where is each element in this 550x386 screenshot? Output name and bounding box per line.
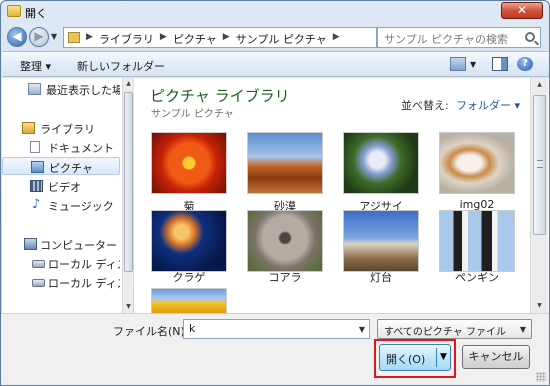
sidebar-item-documents[interactable]: ドキュメント — [2, 138, 120, 156]
scrollbar-thumb[interactable] — [533, 95, 546, 235]
arrange-by-label: 並べ替え: — [401, 99, 449, 112]
navigation-scrollbar[interactable]: ▲ ▼ — [122, 78, 133, 313]
sidebar-item-recent-places[interactable]: 最近表示した場所 — [2, 80, 120, 98]
navigation-pane: 最近表示した場所 ライブラリ ドキュメント ピクチャ ビデオ ♪ ミュージック … — [2, 78, 133, 313]
sidebar-item-label: ドキュメント — [48, 142, 114, 155]
library-subtitle: サンプル ピクチャ — [151, 109, 234, 120]
title-bar: 開く ✕ — [1, 1, 549, 23]
computer-icon — [24, 238, 37, 250]
toolbar: 整理 ▾ 新しいフォルダー ▼ ? — [2, 51, 549, 77]
file-name[interactable]: コアラ — [240, 269, 330, 285]
recent-pages-dropdown-icon[interactable]: ▼ — [51, 32, 57, 41]
help-icon[interactable]: ? — [517, 57, 533, 71]
file-thumbnail[interactable] — [343, 132, 419, 194]
library-icon — [22, 122, 35, 134]
file-list-scrollbar[interactable]: ▲ ▼ — [530, 78, 548, 313]
sidebar-item-local-disk-c[interactable]: ローカル ディスク — [2, 254, 120, 272]
cancel-button[interactable]: キャンセル — [462, 345, 530, 369]
breadcrumb-item-sample-pictures[interactable]: サンプル ピクチャ — [236, 31, 327, 47]
file-thumbnail[interactable] — [439, 132, 515, 194]
file-type-value: すべてのピクチャ ファイル — [384, 327, 506, 338]
open-button[interactable]: 開く(O) ▼ — [379, 344, 451, 371]
address-row: ◀ ▶ ▼ ▶ ライブラリ ▶ ピクチャ ▶ サンプル ピクチャ ▶ ▼ ↻ サ… — [1, 23, 549, 51]
file-thumbnail[interactable] — [247, 210, 323, 272]
scroll-down-icon[interactable]: ▼ — [535, 301, 544, 311]
scroll-up-icon[interactable]: ▲ — [535, 80, 544, 90]
address-bar[interactable]: ▶ ライブラリ ▶ ピクチャ ▶ サンプル ピクチャ ▶ ▼ ↻ — [63, 27, 427, 49]
open-file-dialog: 開く ✕ ◀ ▶ ▼ ▶ ライブラリ ▶ ピクチャ ▶ サンプル ピクチャ ▶ … — [0, 0, 550, 386]
file-list-pane: ピクチャ ライブラリ サンプル ピクチャ 並べ替え: フォルダー ▾ 菊 砂漠 … — [134, 78, 549, 313]
videos-icon — [30, 180, 43, 192]
dialog-title: 開く — [25, 7, 47, 20]
open-button-label: 開く(O) — [386, 353, 426, 366]
scrollbar-thumb[interactable] — [124, 92, 133, 272]
sidebar-item-pictures[interactable]: ピクチャ — [2, 157, 120, 175]
resize-grip[interactable] — [536, 372, 546, 382]
scroll-down-icon[interactable]: ▼ — [124, 302, 133, 312]
breadcrumb-item-libraries[interactable]: ライブラリ — [99, 31, 154, 47]
pictures-icon — [31, 161, 44, 173]
sidebar-item-label: 最近表示した場所 — [46, 84, 120, 97]
search-input[interactable]: サンプル ピクチャの検索 — [377, 27, 541, 48]
sidebar-item-label: ローカル ディスク — [48, 277, 120, 290]
split-divider — [436, 348, 437, 367]
sidebar-item-label: ライブラリ — [40, 123, 95, 136]
music-icon: ♪ — [32, 197, 41, 212]
chevron-right-icon[interactable]: ▶ — [333, 31, 340, 47]
sidebar-item-label: ピクチャ — [49, 162, 93, 175]
folder-icon — [68, 32, 80, 43]
new-folder-button[interactable]: 新しいフォルダー — [77, 58, 165, 74]
sidebar-item-label: ミュージック — [48, 200, 114, 213]
organize-button[interactable]: 整理 ▾ — [20, 58, 51, 74]
chevron-right-icon[interactable]: ▶ — [86, 31, 93, 47]
sidebar-item-label: コンピューター — [40, 239, 117, 252]
sidebar-item-music[interactable]: ♪ ミュージック — [2, 196, 120, 214]
file-thumbnail[interactable] — [439, 210, 515, 272]
sidebar-item-videos[interactable]: ビデオ — [2, 177, 120, 195]
scroll-up-icon[interactable]: ▲ — [124, 79, 133, 89]
file-thumbnail[interactable] — [151, 132, 227, 194]
library-title: ピクチャ ライブラリ — [150, 87, 290, 105]
file-name[interactable]: クラゲ — [144, 269, 234, 285]
file-type-select[interactable]: すべてのピクチャ ファイル ▼ — [377, 319, 532, 339]
sidebar-item-label: ビデオ — [48, 181, 81, 194]
chevron-down-icon: ▼ — [519, 325, 526, 334]
file-thumbnail[interactable] — [247, 132, 323, 194]
sidebar-item-local-disk-d[interactable]: ローカル ディスク — [2, 273, 120, 291]
filename-label: ファイル名(N): — [113, 325, 189, 338]
search-icon[interactable] — [525, 32, 535, 42]
local-disk-icon — [32, 279, 45, 287]
search-placeholder: サンプル ピクチャの検索 — [384, 33, 509, 46]
folder-icon — [7, 5, 21, 17]
documents-icon — [30, 141, 40, 153]
breadcrumb: ▶ ライブラリ ▶ ピクチャ ▶ サンプル ピクチャ ▶ — [86, 31, 340, 47]
file-thumbnail[interactable] — [343, 210, 419, 272]
back-button[interactable]: ◀ — [7, 27, 27, 47]
filename-input[interactable]: k ▼ — [183, 319, 370, 339]
recent-places-icon — [28, 83, 41, 95]
file-name[interactable]: 灯台 — [336, 269, 426, 285]
open-options-dropdown-icon[interactable]: ▼ — [440, 352, 447, 362]
view-dropdown-icon[interactable]: ▼ — [470, 60, 476, 69]
close-button[interactable]: ✕ — [501, 2, 543, 19]
file-name[interactable]: ペンギン — [432, 269, 522, 285]
change-view-icon[interactable] — [450, 57, 466, 71]
chevron-right-icon[interactable]: ▶ — [160, 31, 167, 47]
arrange-by-dropdown[interactable]: フォルダー ▾ — [456, 97, 520, 113]
file-thumbnail[interactable] — [151, 288, 227, 313]
sidebar-item-computer[interactable]: コンピューター — [2, 235, 120, 253]
chevron-down-icon[interactable]: ▼ — [359, 325, 365, 334]
filename-value: k — [189, 322, 196, 335]
forward-button[interactable]: ▶ — [29, 27, 49, 47]
sidebar-item-libraries[interactable]: ライブラリ — [2, 119, 120, 137]
sidebar-item-label: ローカル ディスク — [48, 258, 120, 271]
breadcrumb-item-pictures[interactable]: ピクチャ — [173, 31, 217, 47]
chevron-right-icon[interactable]: ▶ — [223, 31, 230, 47]
preview-pane-icon[interactable] — [492, 57, 508, 71]
local-disk-icon — [32, 260, 45, 268]
file-thumbnail[interactable] — [151, 210, 227, 272]
